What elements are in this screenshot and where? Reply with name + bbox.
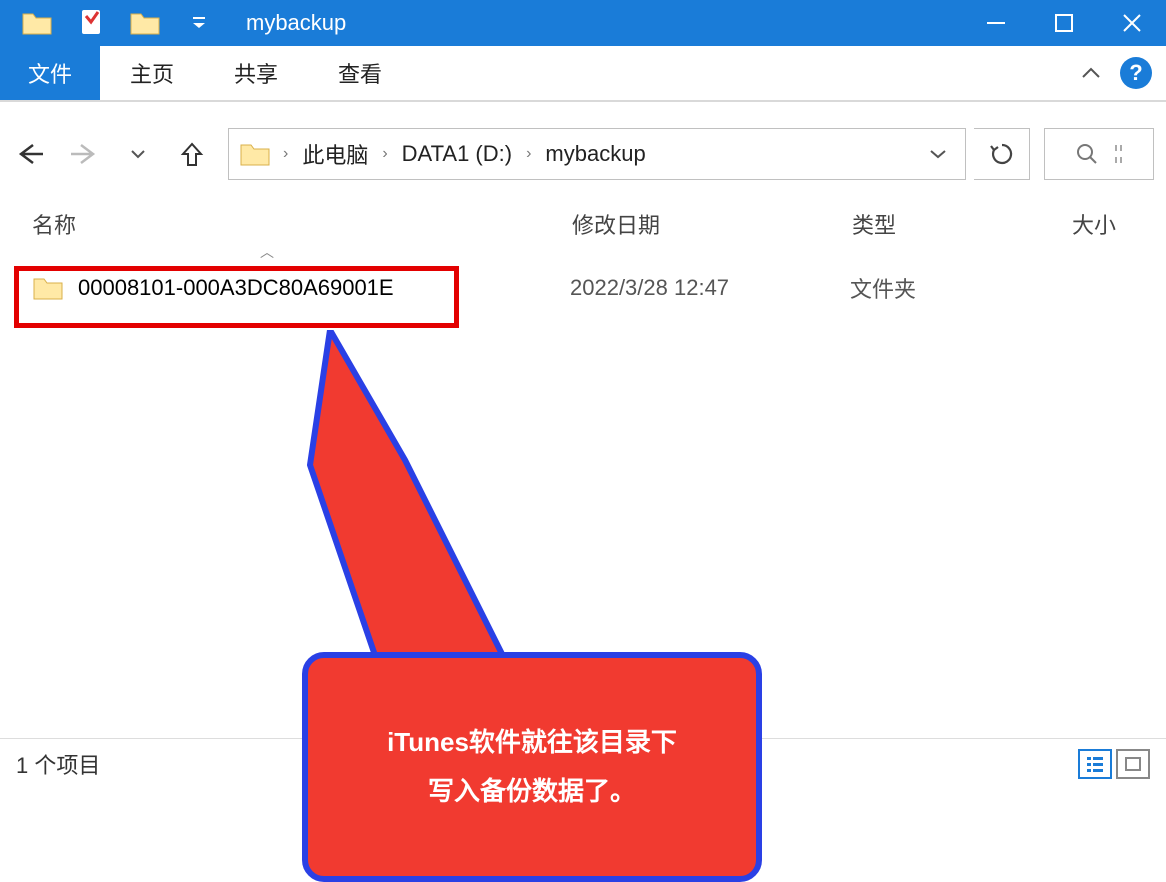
- breadcrumb-part[interactable]: 此电脑: [298, 138, 372, 170]
- chevron-right-icon[interactable]: ›: [275, 145, 296, 163]
- nav-row: › 此电脑 › DATA1 (D:) › mybackup: [0, 116, 1166, 192]
- view-details-button[interactable]: [1078, 749, 1112, 779]
- annotation-line-1: iTunes软件就往该目录下: [387, 718, 677, 767]
- cell-name: 00008101-000A3DC80A69001E: [30, 273, 570, 303]
- recent-dropdown-icon[interactable]: [120, 136, 156, 172]
- back-button[interactable]: [12, 136, 48, 172]
- title-bar: mybackup: [0, 0, 1166, 46]
- refresh-button[interactable]: [974, 128, 1030, 180]
- close-button[interactable]: [1098, 0, 1166, 46]
- folder-icon: [237, 139, 273, 169]
- window-title: mybackup: [246, 10, 346, 36]
- tab-home[interactable]: 主页: [100, 46, 204, 100]
- tab-share[interactable]: 共享: [204, 46, 308, 100]
- cell-date: 2022/3/28 12:47: [570, 275, 850, 301]
- annotation-arrow: [300, 330, 510, 680]
- file-tab[interactable]: 文件: [0, 46, 100, 100]
- cell-type: 文件夹: [850, 272, 1070, 304]
- tab-view[interactable]: 查看: [308, 46, 412, 100]
- file-row[interactable]: 00008101-000A3DC80A69001E 2022/3/28 12:4…: [0, 262, 1166, 314]
- annotation-line-2: 写入备份数据了。: [428, 767, 636, 816]
- folder-icon: [30, 273, 66, 303]
- window-controls: [962, 0, 1166, 46]
- help-icon[interactable]: ?: [1120, 57, 1152, 89]
- qat-dropdown-icon[interactable]: [172, 0, 226, 46]
- folder-app-icon: [10, 0, 64, 46]
- new-folder-icon[interactable]: [118, 0, 172, 46]
- column-size[interactable]: 大小: [1072, 208, 1146, 240]
- up-button[interactable]: [174, 136, 210, 172]
- address-dropdown-icon[interactable]: [919, 148, 957, 160]
- column-type[interactable]: 类型: [852, 208, 1072, 240]
- chevron-right-icon[interactable]: ›: [518, 145, 539, 163]
- collapse-ribbon-icon[interactable]: [1074, 65, 1108, 81]
- properties-icon[interactable]: [64, 0, 118, 46]
- search-icon: [1075, 142, 1099, 166]
- folder-name-text: 00008101-000A3DC80A69001E: [78, 275, 394, 301]
- maximize-button[interactable]: [1030, 0, 1098, 46]
- forward-button[interactable]: [66, 136, 102, 172]
- chevron-right-icon[interactable]: ›: [374, 145, 395, 163]
- quick-access-toolbar: [0, 0, 226, 46]
- annotation-callout: iTunes软件就往该目录下 写入备份数据了。: [302, 652, 762, 882]
- column-date[interactable]: 修改日期: [572, 208, 852, 240]
- ribbon-tabs: 文件 主页 共享 查看 ?: [0, 46, 1166, 102]
- address-bar[interactable]: › 此电脑 › DATA1 (D:) › mybackup: [228, 128, 966, 180]
- view-large-icons-button[interactable]: [1116, 749, 1150, 779]
- column-name[interactable]: 名称: [32, 208, 572, 240]
- minimize-button[interactable]: [962, 0, 1030, 46]
- column-headers: 名称 修改日期 类型 大小: [0, 192, 1166, 246]
- content-area: 名称 修改日期 类型 大小 ︿ 00008101-000A3DC80A69001…: [0, 192, 1166, 736]
- divider-icon: [1115, 142, 1123, 166]
- search-box[interactable]: [1044, 128, 1154, 180]
- breadcrumb-part[interactable]: DATA1 (D:): [398, 141, 516, 167]
- item-count: 1 个项目: [16, 748, 100, 780]
- sort-indicator-icon: ︿: [0, 242, 1166, 262]
- breadcrumb-part[interactable]: mybackup: [541, 141, 649, 167]
